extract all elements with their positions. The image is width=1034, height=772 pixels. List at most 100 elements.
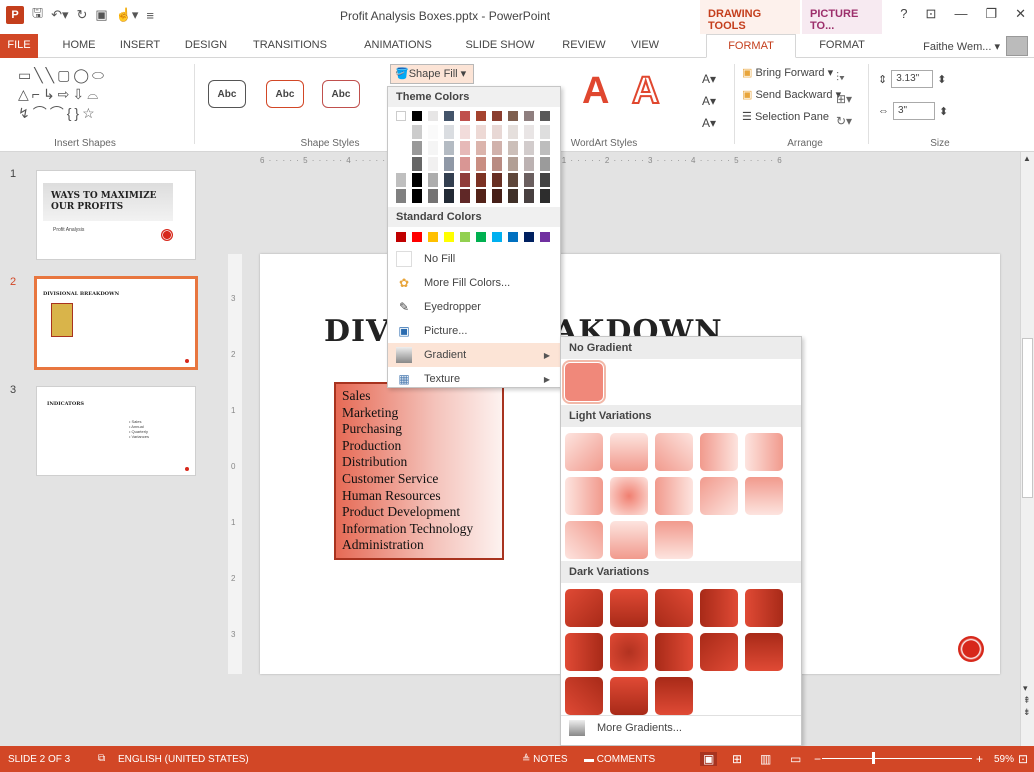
theme-color-swatch[interactable] xyxy=(444,157,454,171)
theme-color-swatch[interactable] xyxy=(492,141,502,155)
slideshow-icon[interactable]: ▭ xyxy=(790,752,801,766)
theme-color-swatch[interactable] xyxy=(444,125,454,139)
theme-color-swatch[interactable] xyxy=(508,141,518,155)
zoom-out-icon[interactable]: − xyxy=(814,752,821,766)
slide-thumbnail-2[interactable]: DIVISIONAL BREAKDOWN xyxy=(34,276,198,370)
light-gradient-swatch[interactable] xyxy=(610,477,648,515)
standard-color-row[interactable] xyxy=(388,227,560,247)
dark-gradient-swatch[interactable] xyxy=(565,633,603,671)
save-icon[interactable]: 🖫 xyxy=(32,4,43,26)
bring-forward-button[interactable]: ▣ Bring Forward ▾ xyxy=(742,66,833,79)
theme-color-swatch[interactable] xyxy=(460,173,470,187)
more-gradients-option[interactable]: More Gradients... xyxy=(561,716,801,740)
shape-fill-button[interactable]: 🪣Shape Fill ▾ xyxy=(390,64,474,84)
light-gradient-swatch[interactable] xyxy=(700,477,738,515)
dark-gradient-swatch[interactable] xyxy=(700,633,738,671)
theme-color-swatch[interactable] xyxy=(524,111,534,121)
light-gradient-swatch[interactable] xyxy=(565,433,603,471)
language-indicator[interactable]: ENGLISH (UNITED STATES) xyxy=(118,754,249,765)
standard-color-swatch[interactable] xyxy=(412,232,422,242)
dark-gradient-swatch[interactable] xyxy=(565,677,603,715)
standard-color-swatch[interactable] xyxy=(540,232,550,242)
spellcheck-icon[interactable]: ⧉ xyxy=(98,753,105,764)
slide-sorter-icon[interactable]: ⊞ xyxy=(732,752,742,766)
theme-color-swatch[interactable] xyxy=(492,157,502,171)
theme-color-swatch[interactable] xyxy=(428,173,438,187)
scroll-buttons[interactable]: ▾ ⇞ ⇟ xyxy=(1023,682,1031,718)
texture-option[interactable]: ▦ Texture ▶ xyxy=(388,367,560,391)
theme-color-swatch[interactable] xyxy=(540,173,550,187)
normal-view-icon[interactable]: ▣ xyxy=(700,752,718,766)
light-gradient-swatch[interactable] xyxy=(655,433,693,471)
dark-gradient-swatch[interactable] xyxy=(655,633,693,671)
shape-style-2[interactable]: Abc xyxy=(266,80,304,108)
picture-option[interactable]: ▣ Picture... xyxy=(388,319,560,343)
light-gradient-swatch[interactable] xyxy=(565,521,603,559)
tab-slide-show[interactable]: SLIDE SHOW xyxy=(456,34,544,58)
light-gradient-swatch[interactable] xyxy=(610,433,648,471)
theme-color-swatch[interactable] xyxy=(508,189,518,203)
theme-color-swatch[interactable] xyxy=(524,157,534,171)
light-gradient-swatch[interactable] xyxy=(745,433,783,471)
theme-color-swatch[interactable] xyxy=(412,157,422,171)
restore-icon[interactable]: ❐ xyxy=(985,6,997,22)
theme-color-swatch[interactable] xyxy=(444,189,454,203)
theme-color-swatch[interactable] xyxy=(460,141,470,155)
scroll-thumb[interactable] xyxy=(1022,338,1033,498)
tab-view[interactable]: VIEW xyxy=(620,34,670,58)
standard-color-swatch[interactable] xyxy=(476,232,486,242)
theme-color-swatch[interactable] xyxy=(508,157,518,171)
dark-gradient-swatch[interactable] xyxy=(655,589,693,627)
scroll-up-icon[interactable]: ▲ xyxy=(1023,154,1031,163)
theme-color-swatch[interactable] xyxy=(412,125,422,139)
more-fill-colors-option[interactable]: ✿ More Fill Colors... xyxy=(388,271,560,295)
theme-color-swatch[interactable] xyxy=(492,125,502,139)
theme-color-swatch[interactable] xyxy=(476,111,486,121)
no-fill-option[interactable]: No Fill xyxy=(388,247,560,271)
zoom-slider-thumb[interactable] xyxy=(872,752,875,764)
standard-color-swatch[interactable] xyxy=(508,232,518,242)
standard-color-swatch[interactable] xyxy=(428,232,438,242)
tab-insert[interactable]: INSERT xyxy=(110,34,170,58)
theme-color-swatch[interactable] xyxy=(540,125,550,139)
theme-color-swatch[interactable] xyxy=(508,173,518,187)
theme-color-swatch[interactable] xyxy=(428,157,438,171)
wordart-style-3[interactable]: A xyxy=(631,69,660,113)
theme-color-swatch[interactable] xyxy=(428,125,438,139)
theme-color-swatch[interactable] xyxy=(460,157,470,171)
redo-icon[interactable]: ↻ xyxy=(77,7,88,23)
height-input[interactable]: 3.13" xyxy=(891,70,934,88)
theme-color-swatch[interactable] xyxy=(460,111,470,121)
customize-qat-icon[interactable]: ≡ xyxy=(146,8,154,23)
dark-gradient-swatch[interactable] xyxy=(610,633,648,671)
tab-file[interactable]: FILE xyxy=(0,34,38,58)
theme-color-swatch[interactable] xyxy=(460,125,470,139)
theme-color-swatch[interactable] xyxy=(524,141,534,155)
send-backward-button[interactable]: ▣ Send Backward ▾ xyxy=(742,88,841,101)
close-icon[interactable]: ✕ xyxy=(1015,6,1026,22)
align-group-rotate[interactable]: ⫶▾ ⊞▾ ↻▾ xyxy=(836,66,852,132)
zoom-in-icon[interactable]: + xyxy=(976,752,983,766)
selection-pane-button[interactable]: ☰ Selection Pane xyxy=(742,110,829,123)
slide-counter[interactable]: SLIDE 2 OF 3 xyxy=(8,754,70,765)
light-gradient-swatch[interactable] xyxy=(745,477,783,515)
reading-view-icon[interactable]: ▥ xyxy=(760,752,771,766)
help-icon[interactable]: ? xyxy=(900,6,907,22)
theme-color-swatch[interactable] xyxy=(540,189,550,203)
eyedropper-option[interactable]: ✎ Eyedropper xyxy=(388,295,560,319)
width-input[interactable]: 3" xyxy=(893,102,935,120)
dark-gradient-swatch[interactable] xyxy=(610,677,648,715)
theme-color-swatch[interactable] xyxy=(476,141,486,155)
theme-color-swatch[interactable] xyxy=(444,111,454,121)
theme-color-swatch[interactable] xyxy=(412,111,422,121)
standard-color-swatch[interactable] xyxy=(460,232,470,242)
selected-text-box[interactable]: Sales Marketing Purchasing Production Di… xyxy=(334,382,504,560)
tab-design[interactable]: DESIGN xyxy=(174,34,238,58)
theme-color-swatch[interactable] xyxy=(508,125,518,139)
tab-review[interactable]: REVIEW xyxy=(556,34,612,58)
theme-color-swatch[interactable] xyxy=(412,141,422,155)
touch-mode-icon[interactable]: ☝▾ xyxy=(116,7,139,23)
zoom-slider[interactable] xyxy=(822,752,972,764)
dark-gradient-swatch[interactable] xyxy=(610,589,648,627)
vertical-scrollbar[interactable]: ▲ ▾ ⇞ ⇟ xyxy=(1020,152,1034,746)
